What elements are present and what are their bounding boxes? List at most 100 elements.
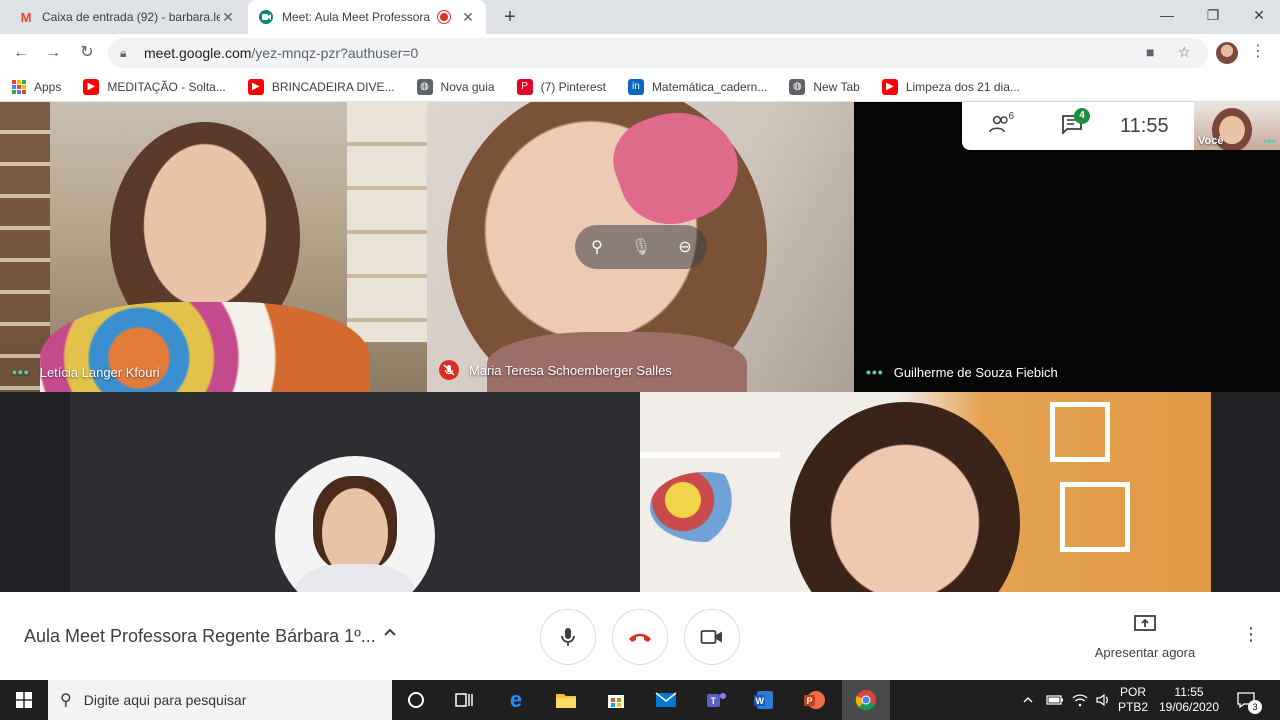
bookmark-star-icon[interactable]: ☆ <box>1178 44 1191 61</box>
tile-hover-controls: ⚲ 🎙︎ ⊖ <box>575 225 707 269</box>
close-icon[interactable]: ✕ <box>460 9 476 26</box>
more-options-icon[interactable]: ⋮ <box>1242 624 1260 645</box>
chrome-icon[interactable] <box>854 688 878 712</box>
input-language[interactable]: POR PTB2 <box>1116 685 1150 715</box>
remove-participant-icon[interactable]: ⊖ <box>671 237 699 257</box>
present-screen-icon <box>1092 614 1198 639</box>
wifi-icon[interactable] <box>1072 680 1088 720</box>
powerpoint-icon[interactable]: P <box>802 688 826 712</box>
svg-text:P: P <box>807 696 813 706</box>
bookmark-item[interactable]: ◍ Nova guia <box>416 78 495 95</box>
meeting-title[interactable]: Aula Meet Professora Regente Bárbara 1º.… <box>24 626 376 647</box>
svg-text:T: T <box>711 696 717 706</box>
battery-icon[interactable] <box>1046 680 1064 720</box>
bookmark-label: Nova guia <box>440 79 495 94</box>
edge-icon[interactable]: e <box>504 687 528 712</box>
start-button[interactable] <box>0 680 48 720</box>
keyboard-layout: PTB2 <box>1117 700 1148 714</box>
participant-name: Maria Teresa Schoemberger Salles <box>439 360 672 380</box>
cortana-icon[interactable] <box>404 688 428 712</box>
meeting-clock: 11:55 <box>1120 114 1169 137</box>
volume-icon[interactable] <box>1096 680 1112 720</box>
search-icon: ⚲ <box>60 692 72 709</box>
close-icon[interactable]: ✕ <box>220 9 236 26</box>
youtube-icon: ▶ <box>247 78 264 95</box>
bookmark-item[interactable]: in Matemática_cadern... <box>627 78 768 95</box>
profile-avatar[interactable] <box>1216 42 1238 64</box>
word-icon[interactable]: W <box>752 688 776 712</box>
people-button[interactable]: 6 <box>980 111 1020 138</box>
mute-participant-icon[interactable]: 🎙︎ <box>627 237 655 257</box>
youtube-icon: ▶ <box>83 78 100 95</box>
leave-call-button[interactable] <box>612 609 668 665</box>
chat-button[interactable]: 4 <box>1052 107 1092 139</box>
bookmark-apps[interactable]: Apps <box>12 79 61 94</box>
gmail-icon: M <box>20 9 32 25</box>
bookmark-item[interactable]: ▶ BRINCADEIRA DIVE... <box>247 78 395 95</box>
video-frame <box>1060 482 1130 552</box>
bookmark-item[interactable]: P (7) Pinterest <box>516 78 606 95</box>
video-frame <box>295 564 415 592</box>
participant-tile-4[interactable] <box>70 392 640 592</box>
minimize-button[interactable]: — <box>1144 0 1190 30</box>
globe-icon: ◍ <box>416 78 433 95</box>
self-view-label: Você <box>1198 135 1224 147</box>
teams-icon[interactable]: T <box>704 688 728 712</box>
browser-tab-strip: M Caixa de entrada (92) - barbara.le ✕ M… <box>0 0 1280 34</box>
windows-logo-icon <box>16 692 32 708</box>
task-view-icon[interactable] <box>452 688 476 712</box>
taskbar-search-input[interactable]: ⚲ Digite aqui para pesquisar <box>48 680 392 720</box>
camera-button[interactable] <box>684 609 740 665</box>
present-now-label: Apresentar agora <box>1094 645 1196 660</box>
bookmark-label: Limpeza dos 21 dia... <box>905 79 1020 94</box>
recording-indicator-icon <box>438 11 450 23</box>
participant-tile-1[interactable]: ••• Letícia Langer Kfouri <box>0 102 427 392</box>
restore-button[interactable]: ❐ <box>1190 0 1236 30</box>
back-button[interactable]: ← <box>8 40 34 66</box>
chevron-up-icon[interactable] <box>382 624 398 645</box>
browser-menu-icon[interactable]: ⋮ <box>1250 41 1266 61</box>
bookmarks-bar: Apps ▶ MEDITAÇÃO - Solta... ▶ BRINCADEIRA … <box>0 72 1280 102</box>
meeting-info-panel: 6 4 11:55 <box>962 102 1194 150</box>
url-domain: meet.google.com <box>144 45 252 61</box>
language-code: POR <box>1119 685 1146 699</box>
file-explorer-icon[interactable] <box>554 688 578 712</box>
bookmark-item[interactable]: ◍ New Tab <box>789 78 860 95</box>
globe-icon: ◍ <box>789 78 806 95</box>
video-frame <box>313 476 397 571</box>
bookmark-item[interactable]: ▶ Limpeza dos 21 dia... <box>881 78 1020 95</box>
bookmark-label: Matemática_cadern... <box>651 79 768 94</box>
video-camera-icon <box>700 630 722 644</box>
pin-icon[interactable]: ⚲ <box>583 237 611 257</box>
camera-in-use-icon[interactable]: ■ <box>1146 44 1154 60</box>
new-tab-button[interactable]: + <box>498 5 522 29</box>
store-icon[interactable] <box>604 688 628 712</box>
tab-title: Meet: Aula Meet Professora <box>282 10 431 24</box>
speaking-indicator-icon: ••• <box>866 364 884 380</box>
forward-button[interactable]: → <box>40 40 66 66</box>
pinterest-icon: P <box>516 78 533 95</box>
meet-icon <box>258 9 274 25</box>
apps-grid-icon <box>12 79 26 94</box>
tab-meet[interactable]: Meet: Aula Meet Professora ✕ <box>248 0 486 34</box>
self-view-tile[interactable]: Você ••• <box>1194 102 1280 150</box>
participant-tile-5[interactable] <box>640 392 1211 592</box>
address-bar[interactable]: 🔒︎ meet.google.com/yez-mnqz-pzr?authuser… <box>108 38 1208 68</box>
linkedin-icon: in <box>627 78 644 95</box>
notifications-button[interactable]: 3 <box>1236 680 1262 720</box>
system-clock[interactable]: 11:55 19/06/2020 <box>1154 685 1224 715</box>
window-close-button[interactable]: ✕ <box>1236 0 1280 30</box>
video-frame <box>1050 402 1110 462</box>
present-now-button[interactable]: Apresentar agora <box>1092 614 1198 660</box>
show-hidden-icons-icon[interactable] <box>1022 680 1034 720</box>
microphone-button[interactable] <box>540 609 596 665</box>
video-frame <box>650 472 760 542</box>
bookmark-item[interactable]: ▶ MEDITAÇÃO - Solta... <box>83 78 226 95</box>
mail-icon[interactable] <box>654 688 678 712</box>
microphone-icon <box>561 628 575 646</box>
tab-gmail[interactable]: M Caixa de entrada (92) - barbara.le ✕ <box>8 0 246 34</box>
system-time: 11:55 <box>1174 685 1204 699</box>
meet-video-stage: ••• Letícia Langer Kfouri Maria Teresa Sc… <box>0 102 1280 592</box>
speaking-indicator-icon: ••• <box>12 364 30 380</box>
reload-button[interactable]: ↻ <box>74 40 100 66</box>
